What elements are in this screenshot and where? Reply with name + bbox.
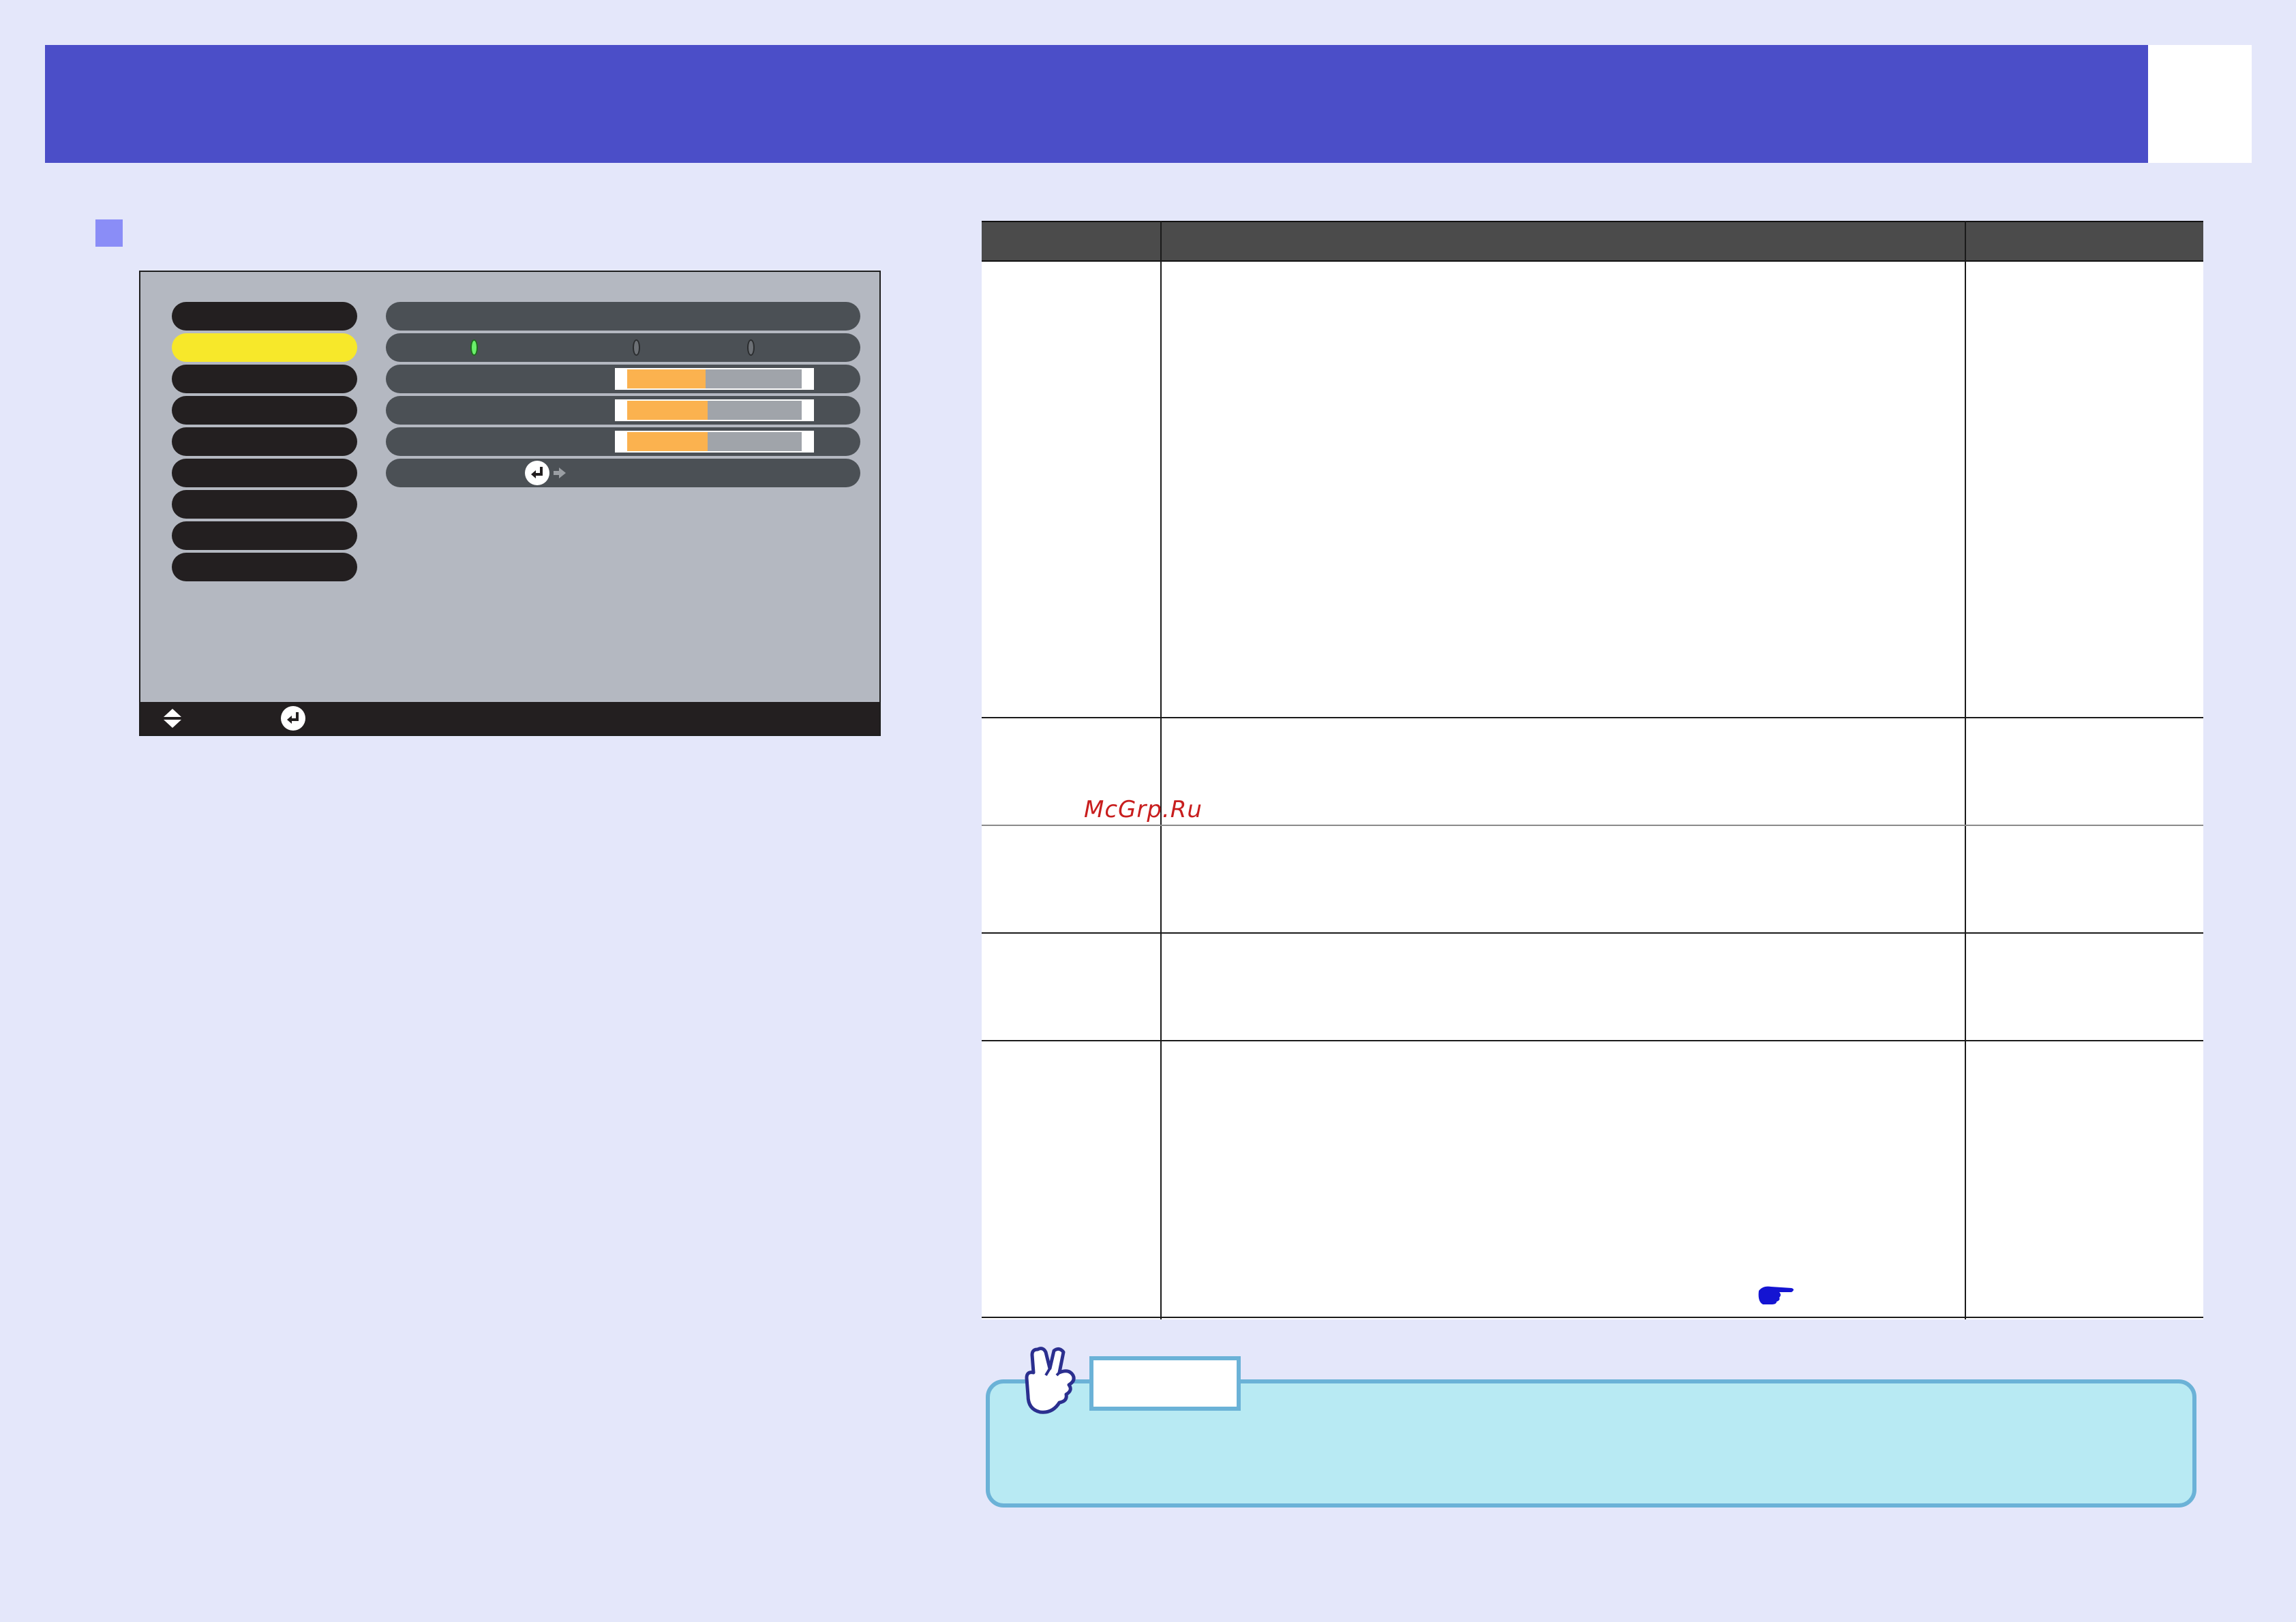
enter-icon (281, 706, 305, 731)
menu-sidebar-item (172, 396, 357, 425)
menu-footer (140, 702, 879, 735)
projector-menu-screenshot (139, 271, 881, 736)
row-divider (982, 717, 2203, 718)
row-divider (982, 1317, 2203, 1318)
table-row (982, 262, 2203, 718)
menu-sidebar-item-active (172, 333, 357, 362)
settings-table (982, 221, 2203, 1319)
level-slider (615, 368, 814, 390)
square-bullet-icon (95, 219, 123, 247)
slider-fill (627, 369, 706, 388)
table-row (982, 934, 2203, 1041)
menu-row-enter (386, 459, 860, 487)
menu-row-slider (386, 427, 860, 456)
menu-row (386, 302, 860, 331)
row-divider (982, 1040, 2203, 1041)
row-divider (982, 932, 2203, 934)
menu-sidebar-item (172, 459, 357, 487)
menu-row-slider (386, 396, 860, 425)
watermark: McGrp.Ru (1084, 796, 1203, 823)
pointing-hand-icon[interactable] (1756, 1281, 1797, 1309)
column-divider (1965, 221, 1966, 1319)
radio-icon (633, 339, 640, 356)
level-slider (615, 399, 814, 421)
menu-sidebar-item (172, 365, 357, 393)
slider-fill (627, 401, 708, 420)
table-header (982, 221, 2203, 262)
page-number-box (2148, 45, 2252, 163)
menu-sidebar-item (172, 427, 357, 456)
level-slider (615, 431, 814, 453)
table-row (982, 1041, 2203, 1318)
radio-icon (747, 339, 755, 356)
header-bar (45, 45, 2148, 163)
menu-sidebar-item (172, 553, 357, 581)
column-divider (1160, 221, 1162, 1319)
radio-selected-icon (470, 339, 478, 356)
table-row (982, 826, 2203, 934)
up-down-arrows-icon (162, 707, 183, 732)
hand-tip-icon (1018, 1345, 1087, 1418)
enter-icon (525, 461, 549, 485)
menu-row-radio (386, 333, 860, 362)
row-divider (982, 825, 2203, 826)
menu-row-slider (386, 365, 860, 393)
note-label (1089, 1356, 1241, 1411)
menu-sidebar-item (172, 490, 357, 519)
slider-fill (627, 432, 708, 451)
menu-sidebar-item (172, 302, 357, 331)
arrow-right-icon (552, 465, 567, 483)
menu-sidebar-item (172, 521, 357, 550)
